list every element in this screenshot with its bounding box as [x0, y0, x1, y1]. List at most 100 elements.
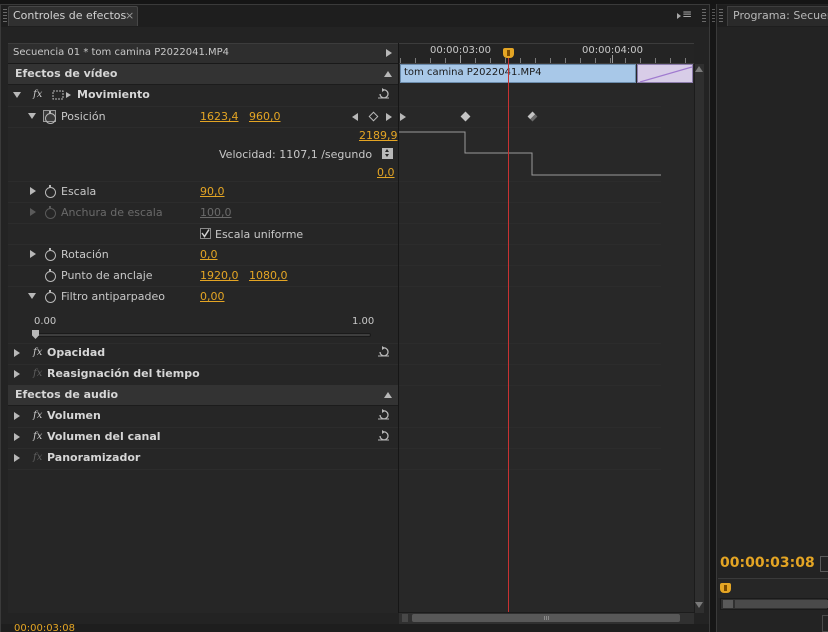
sequence-expand-icon[interactable]	[386, 49, 392, 57]
ruler-major-tick-1	[460, 55, 461, 63]
row-divider	[8, 469, 661, 470]
program-playhead-inner	[724, 585, 727, 591]
escala-uniforme-label: Escala uniforme	[215, 228, 304, 241]
posicion-graph-min[interactable]: 0,0	[377, 166, 395, 180]
hscroll-left-grip[interactable]	[402, 614, 408, 622]
program-timecode[interactable]: 00:00:03:08	[720, 555, 815, 571]
rotacion-value[interactable]: 0,0	[200, 248, 218, 262]
vscroll-down-icon[interactable]	[695, 602, 703, 608]
row-divider	[8, 181, 661, 182]
volumen-expand-icon[interactable]	[14, 412, 20, 420]
reasignacion-label: Reasignación del tiempo	[47, 367, 200, 380]
anclaje-x-value[interactable]: 1920,0	[200, 269, 239, 283]
panel-tab-grip[interactable]	[3, 9, 7, 23]
timeline-left-edge-icon	[400, 113, 406, 121]
ruler-ticks	[400, 58, 692, 63]
audio-effects-title: Efectos de audio	[15, 388, 119, 401]
opacidad-fx-icon[interactable]: fx	[33, 347, 42, 358]
escala-stopwatch-icon[interactable]	[45, 185, 56, 198]
anclaje-stopwatch-icon[interactable]	[45, 269, 56, 282]
escala-uniforme-checkbox[interactable]	[200, 228, 211, 239]
anclaje-y-value[interactable]: 1080,0	[249, 269, 288, 283]
timeline-vscroll[interactable]	[694, 64, 704, 613]
posicion-stopwatch-icon[interactable]	[43, 110, 56, 124]
program-tab-grip[interactable]	[719, 9, 723, 23]
row-divider	[8, 202, 661, 203]
audio-effects-collapse-icon[interactable]	[384, 392, 392, 398]
bottom-timecode[interactable]: 00:00:03:08	[14, 623, 75, 632]
posicion-graph-max[interactable]: 2189,9	[359, 129, 398, 143]
volumen-label: Volumen	[47, 409, 101, 422]
posicion-expand-icon[interactable]	[28, 113, 36, 119]
motion-transform-icon[interactable]	[52, 89, 74, 101]
transition-ramp-icon	[639, 66, 692, 82]
opacidad-expand-icon[interactable]	[14, 349, 20, 357]
playhead-line	[508, 58, 509, 612]
vscroll-up-icon[interactable]	[695, 66, 703, 72]
escala-value[interactable]: 90,0	[200, 185, 225, 199]
panel-tab-bar-grip-right	[702, 9, 706, 23]
row-divider	[8, 265, 661, 266]
rotacion-stopwatch-icon[interactable]	[45, 248, 56, 261]
volumen-canal-label: Volumen del canal	[47, 430, 161, 443]
clip-name: tom camina P2022041.MP4	[404, 67, 542, 78]
sequence-label: Secuencia 01 * tom camina P2022041.MP4	[13, 47, 230, 58]
panoramizador-fx-icon: fx	[33, 452, 43, 463]
antiparpadeo-slider-track[interactable]	[34, 333, 371, 337]
program-tab[interactable]: Programa: Secuenc	[727, 6, 828, 26]
graph-toggle-icon[interactable]	[382, 148, 393, 159]
volumen-canal-reset-icon[interactable]	[377, 430, 390, 441]
slider-min-label: 0.00	[34, 316, 57, 327]
escala-expand-icon[interactable]	[30, 187, 36, 195]
row-divider	[8, 343, 661, 344]
posicion-y-value[interactable]: 960,0	[249, 110, 281, 124]
program-monitor	[718, 28, 828, 548]
video-effects-collapse-icon[interactable]	[384, 71, 392, 77]
posicion-x-value[interactable]: 1623,4	[200, 110, 239, 124]
panel-tab[interactable]: Controles de efectos ×	[8, 6, 138, 26]
row-divider	[8, 448, 661, 449]
program-scroll-thumb[interactable]	[723, 600, 733, 608]
panoramizador-label: Panoramizador	[47, 451, 141, 464]
next-keyframe-icon[interactable]	[386, 113, 392, 121]
posicion-velocity-label: Velocidad: 1107,1 /segundo	[219, 148, 373, 161]
rotacion-label: Rotación	[61, 248, 109, 261]
clip-transition[interactable]	[637, 64, 693, 83]
movimiento-reset-icon[interactable]	[377, 88, 390, 99]
volumen-fx-icon[interactable]: fx	[33, 410, 42, 421]
program-timecode-box[interactable]	[820, 556, 828, 572]
reasignacion-fx-icon: fx	[33, 368, 43, 379]
volumen-canal-expand-icon[interactable]	[14, 433, 20, 441]
antiparpadeo-label: Filtro antiparpadeo	[61, 290, 165, 303]
volumen-canal-fx-icon[interactable]: fx	[33, 431, 42, 442]
panel-menu-icon[interactable]: ≡	[682, 7, 692, 21]
panel-tab-close-icon[interactable]: ×	[125, 9, 134, 23]
opacidad-label: Opacidad	[47, 346, 106, 359]
prev-keyframe-icon[interactable]	[352, 113, 358, 121]
right-panel-gutter-grip[interactable]	[712, 9, 715, 23]
antiparpadeo-stopwatch-icon[interactable]	[45, 290, 56, 303]
antiparpadeo-expand-icon[interactable]	[28, 293, 36, 299]
effects-list-area	[8, 43, 398, 613]
panoramizador-expand-icon[interactable]	[14, 454, 20, 462]
reasignacion-expand-icon[interactable]	[14, 370, 20, 378]
checkmark-icon	[201, 229, 210, 238]
row-divider	[8, 106, 661, 107]
volumen-reset-icon[interactable]	[377, 409, 390, 420]
movimiento-label: Movimiento	[77, 88, 150, 101]
list-timeline-divider[interactable]	[398, 43, 399, 613]
program-ruler	[718, 578, 828, 598]
stopwatch-glyph	[45, 111, 56, 124]
antiparpadeo-value[interactable]: 0,00	[200, 290, 225, 304]
clip-bar[interactable]: tom camina P2022041.MP4	[400, 64, 636, 83]
movimiento-expand-icon[interactable]	[13, 92, 21, 98]
row-divider	[8, 223, 661, 224]
movimiento-fx-icon[interactable]: fx	[33, 89, 42, 100]
opacidad-reset-icon[interactable]	[377, 346, 390, 357]
escala-label: Escala	[61, 185, 97, 198]
rotacion-expand-icon[interactable]	[30, 250, 36, 258]
program-bottom-box[interactable]	[822, 615, 828, 632]
anclaje-label: Punto de anclaje	[61, 269, 153, 282]
row-divider	[8, 244, 661, 245]
anchura-label: Anchura de escala	[61, 206, 163, 219]
